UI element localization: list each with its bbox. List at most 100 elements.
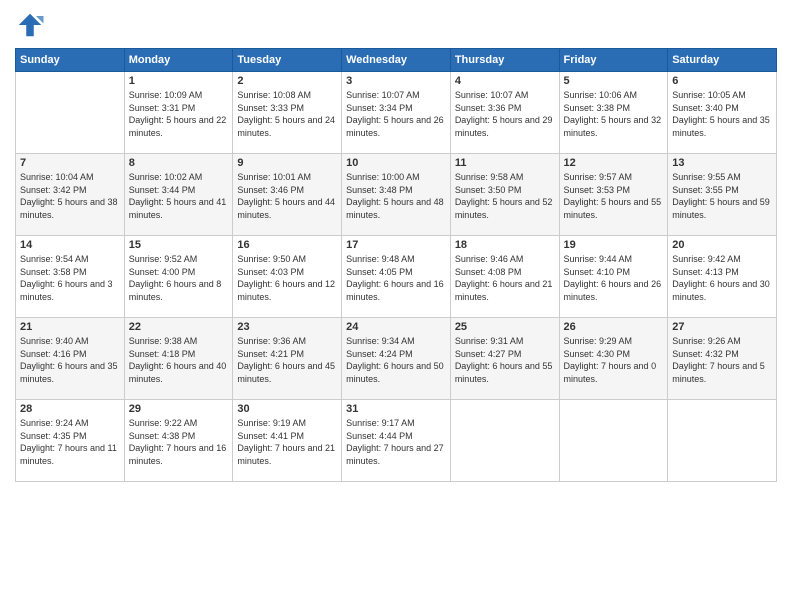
day-cell: 19 Sunrise: 9:44 AMSunset: 4:10 PMDayligh… [559, 236, 668, 318]
day-number: 11 [455, 157, 555, 169]
day-info: Sunrise: 10:04 AMSunset: 3:42 PMDaylight… [20, 171, 120, 221]
day-number: 26 [564, 321, 664, 333]
day-header: Sunday [16, 49, 125, 72]
week-row: 7 Sunrise: 10:04 AMSunset: 3:42 PMDayligh… [16, 154, 777, 236]
day-number: 4 [455, 75, 555, 87]
day-cell [16, 72, 125, 154]
day-cell: 11 Sunrise: 9:58 AMSunset: 3:50 PMDayligh… [450, 154, 559, 236]
day-cell: 13 Sunrise: 9:55 AMSunset: 3:55 PMDayligh… [668, 154, 777, 236]
day-number: 18 [455, 239, 555, 251]
day-number: 27 [672, 321, 772, 333]
day-cell [668, 400, 777, 482]
header [15, 10, 777, 40]
day-number: 17 [346, 239, 446, 251]
day-cell [450, 400, 559, 482]
day-info: Sunrise: 9:57 AMSunset: 3:53 PMDaylight:… [564, 171, 664, 221]
day-number: 6 [672, 75, 772, 87]
day-cell [559, 400, 668, 482]
day-number: 3 [346, 75, 446, 87]
day-number: 2 [237, 75, 337, 87]
day-cell: 29Sunrise: 9:22 AMSunset: 4:38 PMDayligh… [124, 400, 233, 482]
day-number: 12 [564, 157, 664, 169]
day-number: 21 [20, 321, 120, 333]
day-info: Sunrise: 9:40 AMSunset: 4:16 PMDaylight:… [20, 335, 120, 385]
day-header: Friday [559, 49, 668, 72]
day-info: Sunrise: 10:01 AMSunset: 3:46 PMDaylight… [237, 171, 337, 221]
week-row: 28Sunrise: 9:24 AMSunset: 4:35 PMDayligh… [16, 400, 777, 482]
day-info: Sunrise: 9:55 AMSunset: 3:55 PMDaylight:… [672, 171, 772, 221]
day-cell: 2 Sunrise: 10:08 AMSunset: 3:33 PMDayligh… [233, 72, 342, 154]
day-cell: 20 Sunrise: 9:42 AMSunset: 4:13 PMDayligh… [668, 236, 777, 318]
day-cell: 9 Sunrise: 10:01 AMSunset: 3:46 PMDayligh… [233, 154, 342, 236]
calendar-table: SundayMondayTuesdayWednesdayThursdayFrid… [15, 48, 777, 482]
day-cell: 14 Sunrise: 9:54 AMSunset: 3:58 PMDayligh… [16, 236, 125, 318]
day-info: Sunrise: 9:44 AMSunset: 4:10 PMDaylight:… [564, 253, 664, 303]
day-info: Sunrise: 9:54 AMSunset: 3:58 PMDaylight:… [20, 253, 120, 303]
day-info: Sunrise: 10:00 AMSunset: 3:48 PMDaylight… [346, 171, 446, 221]
day-number: 5 [564, 75, 664, 87]
day-number: 22 [129, 321, 229, 333]
day-info: Sunrise: 9:26 AMSunset: 4:32 PMDaylight:… [672, 335, 772, 385]
day-number: 16 [237, 239, 337, 251]
day-info: Sunrise: 9:50 AMSunset: 4:03 PMDaylight:… [237, 253, 337, 303]
day-cell: 3Sunrise: 10:07 AMSunset: 3:34 PMDayligh… [342, 72, 451, 154]
day-cell: 16 Sunrise: 9:50 AMSunset: 4:03 PMDayligh… [233, 236, 342, 318]
day-number: 8 [129, 157, 229, 169]
day-number: 7 [20, 157, 120, 169]
day-number: 1 [129, 75, 229, 87]
day-info: Sunrise: 10:05 AMSunset: 3:40 PMDaylight… [672, 89, 772, 139]
week-row: 21 Sunrise: 9:40 AMSunset: 4:16 PMDayligh… [16, 318, 777, 400]
day-cell: 10 Sunrise: 10:00 AMSunset: 3:48 PMDaylig… [342, 154, 451, 236]
day-info: Sunrise: 9:42 AMSunset: 4:13 PMDaylight:… [672, 253, 772, 303]
day-info: Sunrise: 9:19 AMSunset: 4:41 PMDaylight:… [237, 417, 337, 467]
day-number: 13 [672, 157, 772, 169]
day-cell: 27 Sunrise: 9:26 AMSunset: 4:32 PMDayligh… [668, 318, 777, 400]
day-number: 14 [20, 239, 120, 251]
day-info: Sunrise: 9:58 AMSunset: 3:50 PMDaylight:… [455, 171, 555, 221]
header-row: SundayMondayTuesdayWednesdayThursdayFrid… [16, 49, 777, 72]
day-cell: 28Sunrise: 9:24 AMSunset: 4:35 PMDayligh… [16, 400, 125, 482]
day-number: 29 [129, 403, 229, 415]
day-cell: 26 Sunrise: 9:29 AMSunset: 4:30 PMDayligh… [559, 318, 668, 400]
day-cell: 23 Sunrise: 9:36 AMSunset: 4:21 PMDayligh… [233, 318, 342, 400]
day-info: Sunrise: 10:07 AMSunset: 3:36 PMDaylight… [455, 89, 555, 139]
day-number: 28 [20, 403, 120, 415]
day-number: 24 [346, 321, 446, 333]
day-number: 30 [237, 403, 337, 415]
day-info: Sunrise: 10:08 AMSunset: 3:33 PMDaylight… [237, 89, 337, 139]
day-number: 20 [672, 239, 772, 251]
day-header: Monday [124, 49, 233, 72]
day-header: Saturday [668, 49, 777, 72]
day-header: Thursday [450, 49, 559, 72]
day-info: Sunrise: 9:36 AMSunset: 4:21 PMDaylight:… [237, 335, 337, 385]
logo [15, 10, 49, 40]
day-number: 19 [564, 239, 664, 251]
day-cell: 18 Sunrise: 9:46 AMSunset: 4:08 PMDayligh… [450, 236, 559, 318]
day-cell: 30 Sunrise: 9:19 AMSunset: 4:41 PMDayligh… [233, 400, 342, 482]
day-info: Sunrise: 9:34 AMSunset: 4:24 PMDaylight:… [346, 335, 446, 385]
day-info: Sunrise: 9:48 AMSunset: 4:05 PMDaylight:… [346, 253, 446, 303]
day-info: Sunrise: 9:46 AMSunset: 4:08 PMDaylight:… [455, 253, 555, 303]
day-number: 25 [455, 321, 555, 333]
day-info: Sunrise: 10:02 AMSunset: 3:44 PMDaylight… [129, 171, 229, 221]
week-row: 1 Sunrise: 10:09 AMSunset: 3:31 PMDayligh… [16, 72, 777, 154]
day-cell: 31Sunrise: 9:17 AMSunset: 4:44 PMDayligh… [342, 400, 451, 482]
day-number: 9 [237, 157, 337, 169]
calendar-page: SundayMondayTuesdayWednesdayThursdayFrid… [0, 0, 792, 612]
day-cell: 6 Sunrise: 10:05 AMSunset: 3:40 PMDayligh… [668, 72, 777, 154]
day-cell: 4 Sunrise: 10:07 AMSunset: 3:36 PMDayligh… [450, 72, 559, 154]
day-cell: 21 Sunrise: 9:40 AMSunset: 4:16 PMDayligh… [16, 318, 125, 400]
day-header: Tuesday [233, 49, 342, 72]
day-cell: 22Sunrise: 9:38 AMSunset: 4:18 PMDayligh… [124, 318, 233, 400]
day-cell: 25Sunrise: 9:31 AMSunset: 4:27 PMDayligh… [450, 318, 559, 400]
day-info: Sunrise: 10:09 AMSunset: 3:31 PMDaylight… [129, 89, 229, 139]
day-info: Sunrise: 9:17 AMSunset: 4:44 PMDaylight:… [346, 417, 446, 467]
day-number: 23 [237, 321, 337, 333]
day-number: 15 [129, 239, 229, 251]
day-cell: 5Sunrise: 10:06 AMSunset: 3:38 PMDayligh… [559, 72, 668, 154]
day-info: Sunrise: 9:29 AMSunset: 4:30 PMDaylight:… [564, 335, 664, 385]
day-number: 10 [346, 157, 446, 169]
logo-icon [15, 10, 45, 40]
day-cell: 8 Sunrise: 10:02 AMSunset: 3:44 PMDayligh… [124, 154, 233, 236]
day-cell: 12 Sunrise: 9:57 AMSunset: 3:53 PMDayligh… [559, 154, 668, 236]
